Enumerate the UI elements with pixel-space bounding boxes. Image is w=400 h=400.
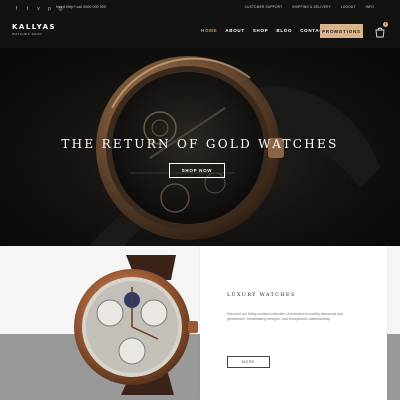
nav-shop[interactable]: SHOP <box>253 28 269 33</box>
top-link-shipping[interactable]: SHIPPING & DELIVERY <box>292 5 331 9</box>
help-phone-text: Need Help? call 0000 000 000 <box>56 5 106 9</box>
shopping-bag-icon <box>375 27 385 38</box>
site-tagline: WATCHES SHOP <box>12 32 43 36</box>
nav-about[interactable]: ABOUT <box>225 28 245 33</box>
site-header: f t v p ◎ Need Help? call 0000 000 000 C… <box>0 0 400 48</box>
page: f t v p ◎ Need Help? call 0000 000 000 C… <box>0 0 400 400</box>
feature-title: LUXURY WATCHES <box>227 292 296 298</box>
vimeo-icon[interactable]: v <box>35 5 42 12</box>
pinterest-icon[interactable]: p <box>46 5 53 12</box>
nav-blog[interactable]: BLOG <box>276 28 292 33</box>
top-link-customer-support[interactable]: CUSTOMER SUPPORT <box>245 5 283 9</box>
nav-home[interactable]: HOME <box>201 28 217 33</box>
main-nav: HOME ABOUT SHOP BLOG CONTACT <box>201 28 327 33</box>
site-logo[interactable]: KALLYAS <box>12 23 56 31</box>
cart-count-badge: 1 <box>383 22 388 27</box>
top-links: CUSTOMER SUPPORT SHIPPING & DELIVERY LOG… <box>245 5 374 9</box>
feature-description: Discover our finely curated collection o… <box>227 312 344 321</box>
shop-now-button[interactable]: SHOP NOW <box>169 163 225 178</box>
twitter-icon[interactable]: t <box>24 5 31 12</box>
top-link-logout[interactable]: LOGOUT <box>341 5 356 9</box>
facebook-icon[interactable]: f <box>13 5 20 12</box>
feature-card: LUXURY WATCHES Discover our finely curat… <box>200 246 387 400</box>
promotions-button[interactable]: PROMOTIONS <box>320 24 363 38</box>
top-link-info[interactable]: INFO <box>366 5 374 9</box>
cart-button[interactable]: 1 <box>374 22 388 38</box>
more-button[interactable]: MORE <box>227 356 270 368</box>
hero-banner: THE RETURN OF GOLD WATCHES SHOP NOW <box>0 48 400 246</box>
luxury-watch-image <box>74 255 198 395</box>
hero-title: THE RETURN OF GOLD WATCHES <box>61 137 339 151</box>
